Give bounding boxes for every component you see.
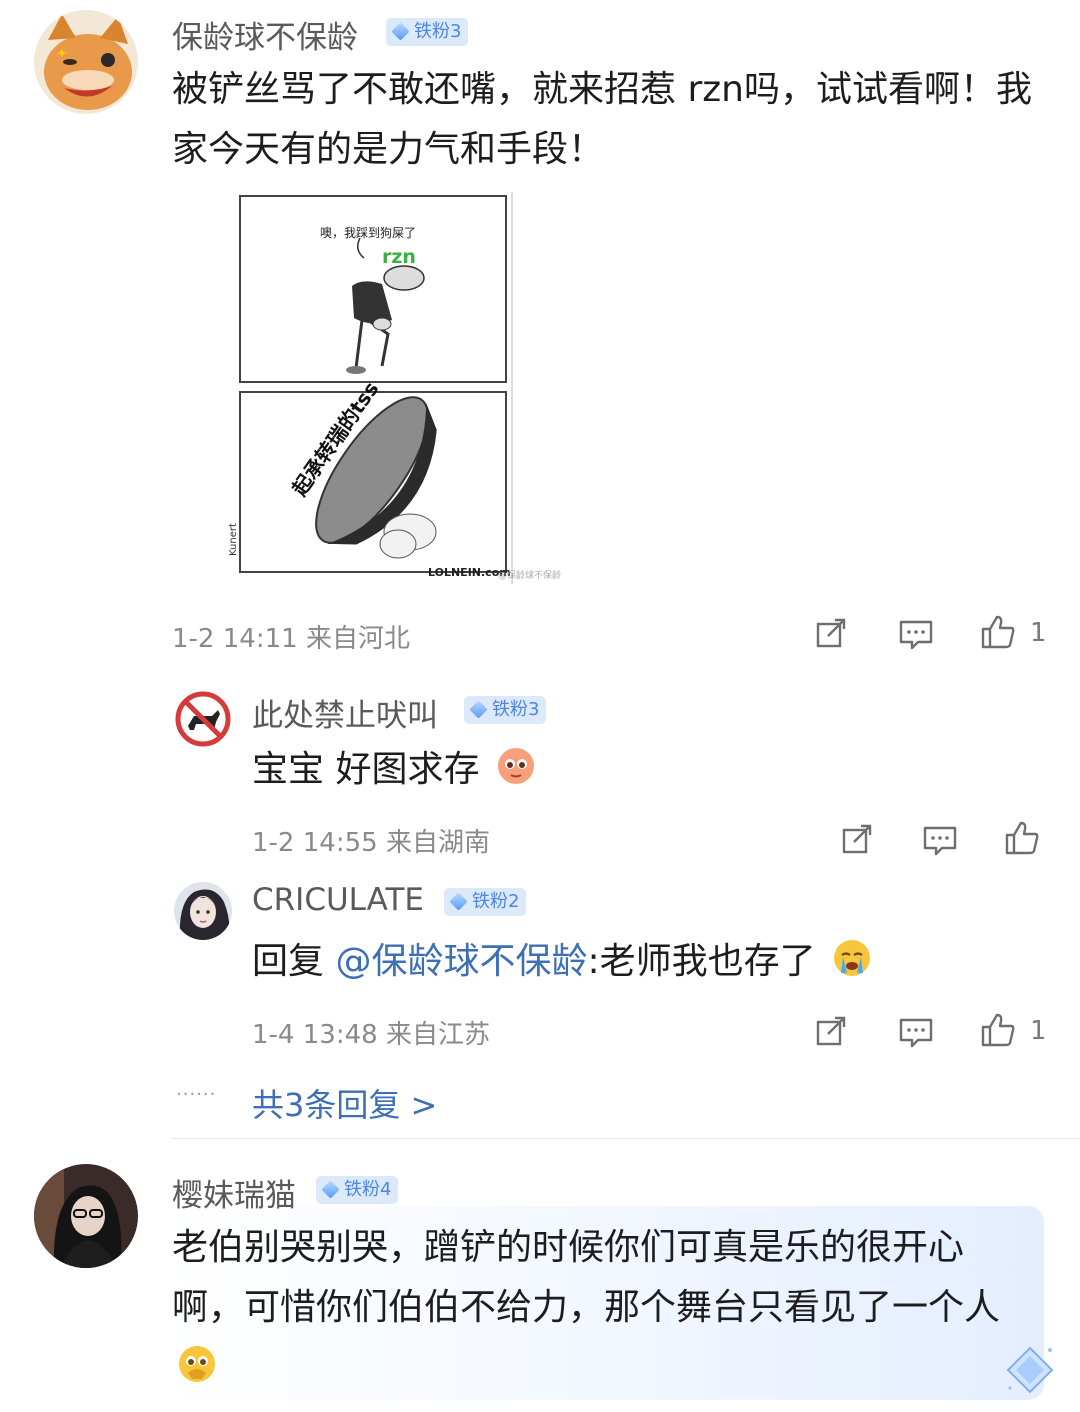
diamond-decoration-icon: [1006, 1346, 1054, 1394]
comment-text: 被铲丝骂了不敢还嘴，就来招惹 rzn吗，试试看啊！我家今天有的是力气和手段！: [172, 69, 1032, 170]
comment-author-name[interactable]: 樱妹瑞猫: [172, 1170, 296, 1215]
reply-text: 回复 @保龄球不保龄:老师我也存了: [252, 932, 873, 992]
like-count: 1: [1030, 618, 1047, 648]
comment-icon[interactable]: [898, 1014, 934, 1050]
share-icon[interactable]: [840, 822, 876, 858]
reply-text: 宝宝 好图求存: [252, 740, 537, 800]
divider: [172, 1138, 1080, 1139]
fan-badge-label: 铁粉4: [344, 1179, 392, 1200]
svg-text:✦: ✦: [56, 46, 68, 62]
diamond-icon: [449, 892, 468, 911]
crying-emoji-icon: [834, 940, 871, 976]
fan-badge-label: 铁粉2: [472, 891, 520, 912]
comment-text: 老伯别哭别哭，蹭铲的时候你们可真是乐的很开心啊，可惜你们伯伯不给力，那个舞台只看…: [172, 1218, 1012, 1398]
comic-tag-text: rzn: [382, 246, 416, 268]
comic-watermark: @保龄球不保龄: [498, 571, 562, 581]
share-icon[interactable]: [814, 616, 850, 652]
comic-speech-text: 噢，我踩到狗屎了: [320, 226, 417, 240]
comment-timestamp: 1-2 14:11 来自河北: [172, 624, 410, 654]
reply-author-name[interactable]: 此处禁止吠叫: [252, 690, 438, 735]
diamond-icon: [321, 1180, 340, 1199]
reply-timestamp: 1-4 13:48 来自江苏: [252, 1020, 490, 1050]
like-count: 1: [1030, 1016, 1047, 1046]
like-icon[interactable]: [980, 1012, 1016, 1048]
comment-icon[interactable]: [922, 822, 958, 858]
fan-badge[interactable]: 铁粉4: [316, 1176, 399, 1204]
fan-badge-label: 铁粉3: [414, 21, 462, 42]
like-icon[interactable]: [1004, 820, 1040, 856]
like-icon[interactable]: [980, 614, 1016, 650]
avatar-yingmei[interactable]: [34, 1164, 138, 1268]
diamond-icon: [469, 700, 488, 719]
fan-badge-label: 铁粉3: [492, 699, 540, 720]
comment-author-name[interactable]: 保龄球不保龄: [172, 12, 358, 57]
comic-signature: Kunert: [228, 523, 239, 556]
pleading-emoji-icon: [179, 1346, 215, 1382]
diamond-icon: [391, 22, 410, 41]
fan-badge[interactable]: 铁粉2: [444, 888, 527, 916]
avatar-cat[interactable]: ✦: [34, 10, 138, 114]
comment-icon[interactable]: [898, 616, 934, 652]
more-replies-link[interactable]: 共3条回复 >: [252, 1080, 437, 1126]
avatar-criculate[interactable]: [174, 882, 232, 940]
mention-link[interactable]: @保龄球不保龄: [335, 941, 587, 982]
share-icon[interactable]: [814, 1014, 850, 1050]
fan-badge[interactable]: 铁粉3: [386, 18, 469, 46]
comment-image[interactable]: 噢，我踩到狗屎了 rzn 起承转瑞的tss Kunert LOLNEIN.com…: [228, 188, 584, 592]
reply-author-name[interactable]: CRICULATE: [252, 882, 424, 918]
reply-timestamp: 1-2 14:55 来自湖南: [252, 828, 490, 858]
fan-badge[interactable]: 铁粉3: [464, 696, 547, 724]
more-replies-dots: ······: [176, 1084, 217, 1105]
pleading-emoji-icon: [497, 748, 534, 784]
avatar-no-barking[interactable]: [174, 690, 232, 748]
